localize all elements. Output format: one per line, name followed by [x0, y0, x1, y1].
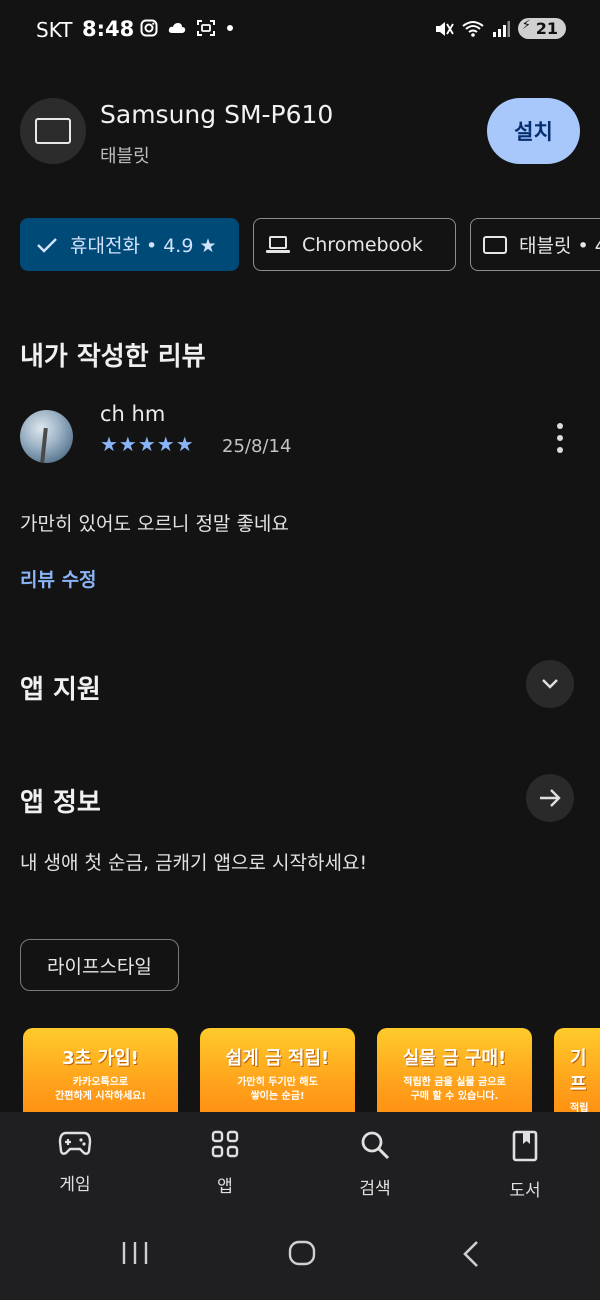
nav-apps-label: 앱	[217, 1177, 233, 1197]
device-avatar	[20, 98, 86, 164]
avatar	[20, 410, 73, 463]
chip-tablet-label: 태블릿 • 4	[519, 235, 600, 257]
nav-search-label: 검색	[359, 1179, 391, 1199]
instagram-icon	[140, 19, 158, 37]
screenshot-caption-1: 적립한 금을 실물 금으로	[403, 1077, 506, 1088]
review-date: 25/8/14	[222, 436, 292, 457]
cloud-icon	[168, 23, 186, 33]
chip-phone[interactable]: 휴대전화 • 4.9 ★	[20, 218, 239, 271]
battery-indicator: 21	[517, 18, 566, 39]
back-button[interactable]	[460, 1240, 482, 1272]
review-text: 가만히 있어도 오르니 정말 좋네요	[20, 513, 289, 535]
my-review-title: 내가 작성한 리뷰	[20, 342, 206, 372]
tablet-icon	[483, 235, 507, 254]
screenshot-caption-1: 카카오톡으로	[72, 1077, 129, 1088]
nav-search[interactable]: 검색	[320, 1130, 430, 1199]
clock: 8:48	[82, 17, 135, 41]
mute-icon	[435, 21, 454, 36]
apps-grid-icon	[211, 1130, 239, 1158]
notification-icons	[140, 19, 234, 37]
check-icon	[36, 236, 58, 254]
recents-icon	[122, 1242, 148, 1264]
status-bar: SKT 8:48 21	[0, 0, 600, 60]
dot-icon	[227, 25, 233, 31]
chip-tablet[interactable]: 태블릿 • 4	[470, 218, 600, 271]
device-type: 태블릿	[100, 146, 150, 167]
install-button[interactable]: 설치	[487, 98, 580, 164]
nav-books-label: 도서	[509, 1181, 541, 1201]
screenshot-caption-2: 쌓이는 순금!	[250, 1091, 305, 1102]
scan-icon	[197, 20, 215, 36]
star-rating: ★★★★★	[100, 432, 195, 456]
chevron-down-icon	[542, 679, 558, 689]
gamepad-icon	[58, 1131, 92, 1155]
screenshot-headline: 기프	[570, 1048, 587, 1095]
nav-books[interactable]: 도서	[470, 1130, 580, 1201]
search-icon	[361, 1131, 390, 1160]
nav-games[interactable]: 게임	[20, 1130, 130, 1195]
book-icon	[512, 1130, 538, 1162]
screenshot-caption-1: 가만히 두기만 해도	[237, 1077, 318, 1088]
more-options-icon[interactable]	[550, 423, 570, 453]
laptop-icon	[266, 236, 290, 253]
home-icon	[288, 1240, 316, 1266]
reviewer-name: ch hm	[100, 402, 166, 426]
app-description: 내 생애 첫 순금, 금캐기 앱으로 시작하세요!	[20, 852, 368, 874]
app-info-title: 앱 정보	[20, 788, 101, 818]
chip-phone-label: 휴대전화 • 4.9 ★	[70, 235, 217, 257]
arrow-right-icon	[540, 789, 561, 807]
edit-review-link[interactable]: 리뷰 수정	[20, 565, 97, 592]
back-icon	[463, 1241, 478, 1267]
device-name: Samsung SM-P610	[100, 100, 334, 129]
home-button[interactable]	[288, 1240, 316, 1270]
app-support-title: 앱 지원	[20, 675, 101, 705]
chip-chromebook-label: Chromebook	[302, 233, 423, 256]
screenshot-headline: 쉽게 금 적립!	[225, 1048, 330, 1069]
chip-chromebook[interactable]: Chromebook	[253, 218, 456, 271]
screenshot-headline: 3초 가입!	[62, 1048, 139, 1069]
carrier-label: SKT	[36, 18, 73, 42]
app-info-button[interactable]	[526, 774, 574, 822]
expand-button[interactable]	[526, 660, 574, 708]
screenshot-headline: 실물 금 구매!	[402, 1048, 507, 1069]
system-icons: 21	[434, 18, 566, 39]
wifi-icon	[462, 20, 484, 37]
screenshot-caption-2: 구매 할 수 있습니다.	[410, 1091, 499, 1102]
screenshot-caption-2: 간편하게 시작하세요!	[55, 1091, 146, 1102]
recents-button[interactable]	[121, 1240, 149, 1270]
tablet-icon	[35, 118, 71, 144]
signal-icon	[492, 20, 510, 37]
nav-apps[interactable]: 앱	[170, 1130, 280, 1197]
nav-games-label: 게임	[59, 1175, 91, 1195]
category-chip[interactable]: 라이프스타일	[20, 939, 179, 991]
